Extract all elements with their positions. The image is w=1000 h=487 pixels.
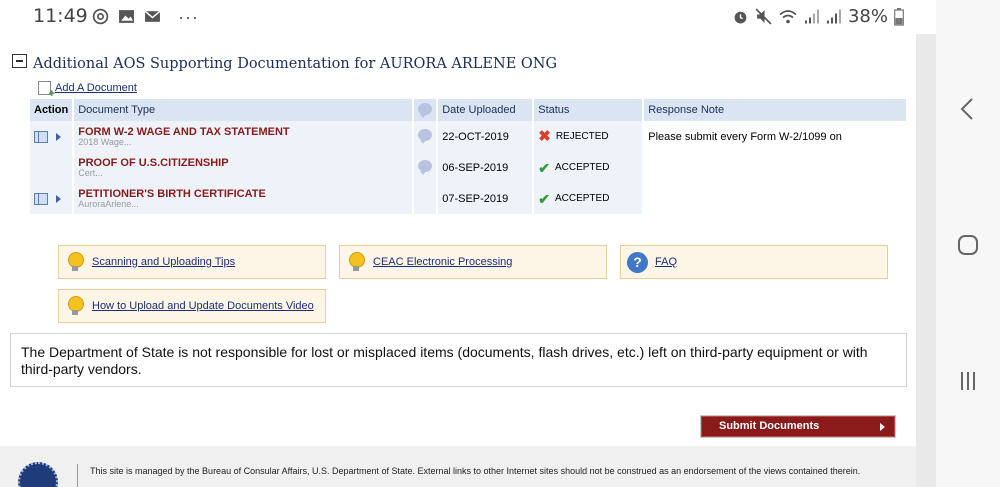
alarm-icon: [734, 11, 747, 24]
status-cell: ✔ ACCEPTED: [534, 183, 643, 214]
comment-icon[interactable]: [418, 160, 433, 175]
status-label: ACCEPTED: [554, 193, 610, 204]
document-title[interactable]: PETITIONER'S BIRTH CERTIFICATE: [78, 188, 408, 200]
view-document-icon[interactable]: [34, 130, 48, 143]
navigation-bar: [936, 0, 1000, 487]
ceac-processing-box: CEAC Electronic Processing: [339, 245, 607, 279]
comment-icon[interactable]: [418, 129, 433, 144]
header-status: Status: [534, 99, 643, 121]
footer-divider: [77, 464, 78, 487]
lightbulb-icon: [67, 296, 84, 316]
submit-documents-button[interactable]: Submit Documents: [700, 415, 896, 438]
document-title[interactable]: PROOF OF U.S.CITIZENSHIP: [78, 157, 408, 169]
mail-icon: [144, 10, 161, 22]
ceac-processing-link[interactable]: CEAC Electronic Processing: [373, 256, 512, 268]
disclaimer-notice: The Department of State is not responsib…: [10, 333, 907, 387]
lightbulb-icon: [67, 252, 84, 272]
signal-icon: [804, 9, 819, 24]
comment-cell: [414, 183, 437, 214]
section-title: Additional AOS Supporting Documentation …: [33, 56, 558, 72]
header-action: Action: [30, 99, 73, 121]
status-bar: 11:49 ··· 38%: [0, 0, 936, 34]
add-document-link[interactable]: Add A Document: [38, 81, 137, 100]
upload-video-link[interactable]: How to Upload and Update Documents Video: [92, 300, 314, 312]
comment-cell: [414, 152, 437, 183]
help-icon: ?: [627, 251, 648, 273]
faq-link[interactable]: FAQ: [655, 256, 677, 268]
page-scroll-gutter: [916, 34, 936, 487]
document-cell: PETITIONER'S BIRTH CERTIFICATE AuroraArle…: [74, 183, 413, 214]
document-cell: FORM W-2 WAGE AND TAX STATEMENT 2018 Wage…: [74, 121, 413, 152]
submit-label: Submit Documents: [719, 420, 820, 432]
overflow-dots: ···: [178, 6, 199, 27]
response-note: Please submit every Form W-2/1099 on: [644, 121, 907, 152]
podcast-icon: [92, 8, 109, 25]
response-note: [644, 183, 907, 214]
date-cell: 22-OCT-2019: [438, 121, 533, 152]
view-document-icon[interactable]: [34, 192, 48, 205]
accepted-icon: ✔: [538, 159, 550, 176]
expand-arrow-icon[interactable]: [56, 194, 61, 203]
action-cell: [30, 183, 73, 214]
table-row: FORM W-2 WAGE AND TAX STATEMENT 2018 Wage…: [30, 121, 907, 152]
document-title[interactable]: FORM W-2 WAGE AND TAX STATEMENT: [78, 126, 408, 138]
table-row: PROOF OF U.S.CITIZENSHIP Cert... 06-SEP-2…: [30, 152, 907, 183]
upload-video-box: How to Upload and Update Documents Video: [58, 289, 326, 323]
image-icon: [119, 10, 134, 23]
documents-table: Action Document Type Date Uploaded Statu…: [28, 99, 908, 214]
recents-icon[interactable]: [959, 371, 977, 391]
lightbulb-icon: [348, 252, 365, 272]
document-cell: PROOF OF U.S.CITIZENSHIP Cert...: [74, 152, 413, 183]
status-label: REJECTED: [555, 131, 609, 142]
comment-icon: [418, 102, 433, 118]
table-header-row: Action Document Type Date Uploaded Statu…: [30, 99, 907, 121]
action-cell: [30, 121, 73, 152]
add-document-icon: [38, 81, 55, 100]
response-note: [644, 152, 907, 183]
accepted-icon: ✔: [538, 190, 550, 207]
header-response-note: Response Note: [644, 99, 907, 121]
faq-box: ? FAQ: [620, 245, 888, 279]
document-subtitle: 2018 Wage...: [78, 138, 132, 147]
table-row: PETITIONER'S BIRTH CERTIFICATE AuroraArle…: [30, 183, 907, 214]
header-document-type: Document Type: [74, 99, 413, 121]
status-cell: ✖ REJECTED: [534, 121, 643, 152]
status-cell: ✔ ACCEPTED: [534, 152, 643, 183]
document-subtitle: Cert...: [78, 169, 103, 178]
header-date-uploaded: Date Uploaded: [438, 99, 533, 121]
mute-icon: [755, 8, 772, 25]
page-content: Additional AOS Supporting Documentation …: [0, 34, 916, 487]
chevron-right-icon: [880, 423, 885, 431]
signal-icon-2: [826, 9, 841, 24]
department-seal-logo: [18, 462, 58, 487]
footer-text: This site is managed by the Bureau of Co…: [90, 466, 861, 476]
collapse-toggle[interactable]: [12, 54, 27, 68]
scanning-tips-box: Scanning and Uploading Tips: [58, 245, 326, 279]
header-comment: [414, 99, 437, 121]
battery-icon: [894, 7, 904, 26]
add-document-label[interactable]: Add A Document: [55, 82, 137, 94]
back-icon[interactable]: [960, 98, 974, 120]
scanning-tips-link[interactable]: Scanning and Uploading Tips: [92, 256, 235, 268]
document-subtitle: AuroraArlene...: [78, 200, 139, 209]
battery-percent: 38%: [847, 6, 888, 27]
status-label: ACCEPTED: [554, 162, 610, 173]
rejected-icon: ✖: [538, 127, 551, 145]
clock: 11:49: [33, 5, 88, 27]
comment-cell: [414, 121, 437, 152]
action-cell: [30, 152, 73, 183]
wifi-icon: [779, 10, 797, 24]
home-icon[interactable]: [957, 234, 979, 256]
expand-arrow-icon[interactable]: [56, 132, 61, 141]
date-cell: 07-SEP-2019: [438, 183, 533, 214]
site-footer: This site is managed by the Bureau of Co…: [0, 446, 916, 487]
date-cell: 06-SEP-2019: [438, 152, 533, 183]
